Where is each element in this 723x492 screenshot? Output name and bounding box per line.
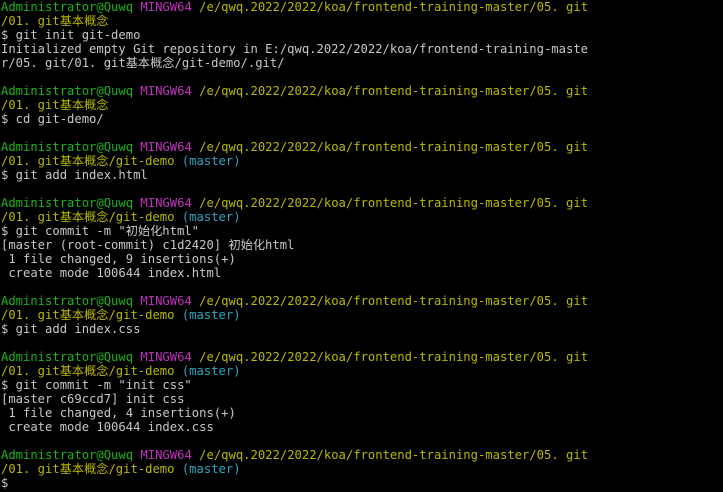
cwd-path: /e/qwq.2022/2022/koa/frontend-training-m…	[199, 294, 589, 308]
terminal-line: $ git init git-demo	[1, 28, 723, 42]
user-host: Administrator@Quwq	[1, 0, 134, 14]
cwd-path: /e/qwq.2022/2022/koa/frontend-training-m…	[199, 448, 589, 462]
terminal-line: $ git add index.css	[1, 322, 723, 336]
terminal-window[interactable]: Administrator@Quwq MINGW64 /e/qwq.2022/2…	[0, 0, 723, 492]
cwd-path: /e/qwq.2022/2022/koa/frontend-training-m…	[199, 84, 589, 98]
msystem-label: MINGW64	[140, 448, 192, 462]
cwd-path: /e/qwq.2022/2022/koa/frontend-training-m…	[199, 0, 589, 14]
command-output: 1 file changed, 9 insertions(+)	[1, 252, 236, 266]
user-host: Administrator@Quwq	[1, 84, 134, 98]
user-host: Administrator@Quwq	[1, 196, 134, 210]
terminal-line: Initialized empty Git repository in E:/q…	[1, 42, 723, 56]
terminal-line: 1 file changed, 4 insertions(+)	[1, 406, 723, 420]
terminal-line: 1 file changed, 9 insertions(+)	[1, 252, 723, 266]
terminal-line: Administrator@Quwq MINGW64 /e/qwq.2022/2…	[1, 196, 723, 210]
command-line: $ git commit -m "init css"	[1, 378, 192, 392]
terminal-line: r/05. git/01. git基本概念/git-demo/.git/	[1, 56, 723, 70]
terminal-line: /01. git基本概念/git-demo (master)	[1, 210, 723, 224]
terminal-line: Administrator@Quwq MINGW64 /e/qwq.2022/2…	[1, 84, 723, 98]
command-line: $	[1, 476, 9, 490]
terminal-line: /01. git基本概念	[1, 98, 723, 112]
command-output: [master (root-commit) c1d2420] 初始化html	[1, 238, 295, 252]
cwd-path: /e/qwq.2022/2022/koa/frontend-training-m…	[199, 350, 589, 364]
terminal-line: $ git add index.html	[1, 168, 723, 182]
cwd-path: /01. git基本概念/git-demo	[1, 210, 175, 224]
terminal-line: /01. git基本概念/git-demo (master)	[1, 154, 723, 168]
cwd-path: /01. git基本概念/git-demo	[1, 154, 175, 168]
msystem-label: MINGW64	[140, 84, 192, 98]
msystem-label: MINGW64	[140, 196, 192, 210]
user-host: Administrator@Quwq	[1, 140, 134, 154]
git-branch: (master)	[181, 210, 241, 224]
msystem-label: MINGW64	[140, 0, 192, 14]
command-line: $ git commit -m "初始化html"	[1, 224, 199, 238]
terminal-line: Administrator@Quwq MINGW64 /e/qwq.2022/2…	[1, 350, 723, 364]
terminal-line: /01. git基本概念/git-demo (master)	[1, 462, 723, 476]
cwd-path: /e/qwq.2022/2022/koa/frontend-training-m…	[199, 196, 589, 210]
cwd-path: /01. git基本概念/git-demo	[1, 308, 175, 322]
user-host: Administrator@Quwq	[1, 448, 134, 462]
cwd-path: /e/qwq.2022/2022/koa/frontend-training-m…	[199, 140, 589, 154]
command-output: r/05. git/01. git基本概念/git-demo/.git/	[1, 56, 285, 70]
command-line: $ git add index.css	[1, 322, 141, 336]
command-line: $ cd git-demo/	[1, 112, 104, 126]
terminal-line: create mode 100644 index.html	[1, 266, 723, 280]
terminal-output: Administrator@Quwq MINGW64 /e/qwq.2022/2…	[0, 0, 723, 490]
terminal-line: $	[1, 476, 723, 490]
terminal-line: Administrator@Quwq MINGW64 /e/qwq.2022/2…	[1, 140, 723, 154]
terminal-line: $ git commit -m "初始化html"	[1, 224, 723, 238]
cwd-path: /01. git基本概念/git-demo	[1, 462, 175, 476]
command-output: [master c69ccd7] init css	[1, 392, 185, 406]
msystem-label: MINGW64	[140, 350, 192, 364]
terminal-line: Administrator@Quwq MINGW64 /e/qwq.2022/2…	[1, 294, 723, 308]
cwd-path: /01. git基本概念	[1, 98, 109, 112]
terminal-line: /01. git基本概念	[1, 14, 723, 28]
terminal-line: [master c69ccd7] init css	[1, 392, 723, 406]
command-output: Initialized empty Git repository in E:/q…	[1, 42, 588, 56]
terminal-line: Administrator@Quwq MINGW64 /e/qwq.2022/2…	[1, 448, 723, 462]
msystem-label: MINGW64	[140, 294, 192, 308]
git-branch: (master)	[181, 154, 241, 168]
cwd-path: /01. git基本概念/git-demo	[1, 364, 175, 378]
terminal-line: Administrator@Quwq MINGW64 /e/qwq.2022/2…	[1, 0, 723, 14]
git-branch: (master)	[181, 462, 241, 476]
msystem-label: MINGW64	[140, 140, 192, 154]
command-output: 1 file changed, 4 insertions(+)	[1, 406, 236, 420]
terminal-line: create mode 100644 index.css	[1, 420, 723, 434]
terminal-line: $ git commit -m "init css"	[1, 378, 723, 392]
terminal-line: /01. git基本概念/git-demo (master)	[1, 308, 723, 322]
git-branch: (master)	[181, 364, 241, 378]
command-line: $ git init git-demo	[1, 28, 141, 42]
command-output: create mode 100644 index.html	[1, 266, 222, 280]
user-host: Administrator@Quwq	[1, 294, 134, 308]
user-host: Administrator@Quwq	[1, 350, 134, 364]
command-line: $ git add index.html	[1, 168, 148, 182]
cwd-path: /01. git基本概念	[1, 14, 109, 28]
terminal-line: /01. git基本概念/git-demo (master)	[1, 364, 723, 378]
terminal-line: $ cd git-demo/	[1, 112, 723, 126]
command-output: create mode 100644 index.css	[1, 420, 214, 434]
git-branch: (master)	[181, 308, 241, 322]
terminal-line: [master (root-commit) c1d2420] 初始化html	[1, 238, 723, 252]
